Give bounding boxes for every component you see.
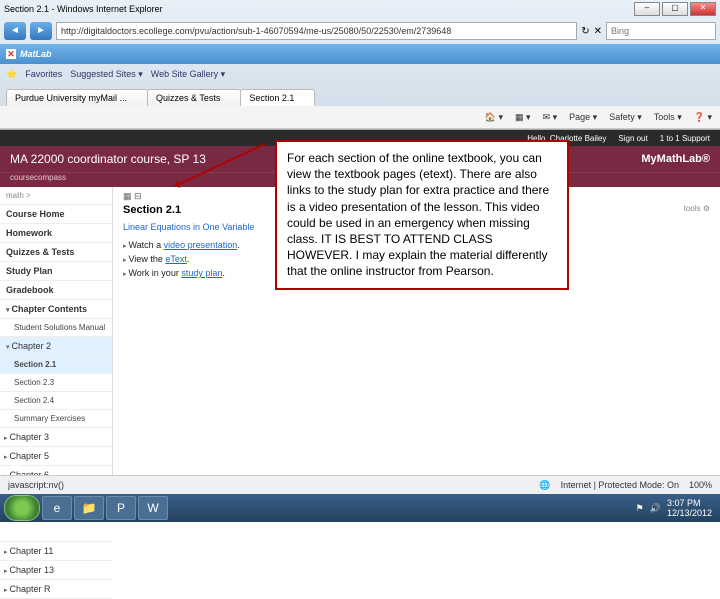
- fav-link[interactable]: Favorites: [25, 69, 62, 79]
- window-titlebar: Section 2.1 - Windows Internet Explorer …: [0, 0, 720, 18]
- sidebar-nav: math > Course Home Homework Quizzes & Te…: [0, 187, 113, 507]
- video-link[interactable]: video presentation: [164, 240, 238, 250]
- brand-logo: MyMathLab®: [641, 153, 710, 165]
- nav-item[interactable]: Homework: [0, 224, 112, 243]
- refresh-icon[interactable]: ↻: [581, 26, 589, 37]
- zoom-level[interactable]: 100%: [689, 480, 712, 490]
- support-link[interactable]: 1 to 1 Support: [660, 134, 710, 143]
- section-heading: Section 2.1: [123, 204, 181, 216]
- close-button[interactable]: ✕: [690, 2, 716, 16]
- start-button[interactable]: [4, 495, 40, 521]
- nav-item[interactable]: Course Home: [0, 205, 112, 224]
- maximize-button[interactable]: ▢: [662, 2, 688, 16]
- tray-flag-icon[interactable]: ⚑: [636, 503, 644, 514]
- page-menu[interactable]: Page ▾: [569, 112, 597, 123]
- clock-time: 3:07 PM: [667, 498, 712, 508]
- favorites-bar: ⭐ Favorites Suggested Sites ▾ Web Site G…: [0, 64, 720, 84]
- matlab-close-icon[interactable]: ✕: [6, 49, 16, 59]
- fav-link[interactable]: Suggested Sites ▾: [70, 69, 143, 80]
- nav-item[interactable]: Chapter Contents: [0, 300, 112, 319]
- tab-bar: Purdue University myMail ... Quizzes & T…: [0, 84, 720, 106]
- matlab-label: MatLab: [20, 49, 52, 59]
- window-title: Section 2.1 - Windows Internet Explorer: [4, 4, 163, 14]
- nav-chapter[interactable]: Chapter 5: [0, 447, 112, 466]
- home-icon[interactable]: 🏠 ▾: [485, 112, 503, 123]
- minimize-button[interactable]: –: [634, 2, 660, 16]
- nav-chapter[interactable]: Chapter 2: [0, 337, 112, 356]
- stop-icon[interactable]: ✕: [594, 26, 602, 37]
- feed-icon[interactable]: ▦ ▾: [515, 112, 531, 123]
- nav-section-active[interactable]: Section 2.1: [0, 356, 112, 374]
- tools-link[interactable]: tools ⚙: [684, 204, 710, 216]
- taskbar-word-icon[interactable]: W: [138, 496, 168, 520]
- globe-icon: 🌐: [539, 480, 550, 491]
- nav-chapter[interactable]: Chapter 13: [0, 561, 112, 580]
- nav-item[interactable]: Quizzes & Tests: [0, 243, 112, 262]
- status-bar: javascript:nv() 🌐 Internet | Protected M…: [0, 475, 720, 494]
- system-tray[interactable]: ⚑ 🔊 3:07 PM 12/13/2012: [636, 498, 716, 518]
- matlab-toolbar: ✕ MatLab: [0, 44, 720, 64]
- taskbar-powerpoint-icon[interactable]: P: [106, 496, 136, 520]
- nav-item[interactable]: Gradebook: [0, 281, 112, 300]
- course-title: MA 22000 coordinator course, SP 13: [10, 152, 206, 166]
- clock-date: 12/13/2012: [667, 508, 712, 518]
- nav-chapter[interactable]: Chapter 3: [0, 428, 112, 447]
- tray-volume-icon[interactable]: 🔊: [650, 503, 661, 514]
- safety-menu[interactable]: Safety ▾: [609, 112, 642, 123]
- tools-menu[interactable]: Tools ▾: [654, 112, 682, 123]
- mail-icon[interactable]: ✉ ▾: [543, 112, 558, 123]
- windows-taskbar: e 📁 P W ⚑ 🔊 3:07 PM 12/13/2012: [0, 494, 720, 522]
- signout-link[interactable]: Sign out: [618, 134, 647, 143]
- nav-subitem[interactable]: Student Solutions Manual: [0, 319, 112, 337]
- breadcrumb: math >: [0, 187, 112, 205]
- nav-chapter[interactable]: Chapter 11: [0, 542, 112, 561]
- search-input[interactable]: [606, 22, 716, 40]
- taskbar-ie-icon[interactable]: e: [42, 496, 72, 520]
- browser-tab[interactable]: Purdue University myMail ...: [6, 89, 148, 106]
- annotation-callout: For each section of the online textbook,…: [275, 140, 569, 290]
- address-bar[interactable]: [56, 22, 577, 40]
- nav-item[interactable]: Study Plan: [0, 262, 112, 281]
- nav-section[interactable]: Section 2.4: [0, 392, 112, 410]
- help-menu[interactable]: ❓ ▾: [694, 112, 712, 123]
- nav-section[interactable]: Summary Exercises: [0, 410, 112, 428]
- status-left: javascript:nv(): [8, 480, 64, 490]
- security-zone: Internet | Protected Mode: On: [561, 480, 679, 490]
- etext-link[interactable]: eText: [165, 254, 187, 264]
- fav-link[interactable]: Web Site Gallery ▾: [151, 69, 225, 80]
- browser-tab[interactable]: Quizzes & Tests: [147, 89, 241, 106]
- forward-button[interactable]: ►: [30, 22, 52, 40]
- back-button[interactable]: ◄: [4, 22, 26, 40]
- studyplan-link[interactable]: study plan: [181, 268, 222, 278]
- browser-tab-active[interactable]: Section 2.1: [240, 89, 315, 106]
- nav-section[interactable]: Section 2.3: [0, 374, 112, 392]
- command-bar: 🏠 ▾ ▦ ▾ ✉ ▾ Page ▾ Safety ▾ Tools ▾ ❓ ▾: [0, 106, 720, 129]
- favorites-star-icon[interactable]: ⭐: [6, 69, 17, 80]
- nav-chapter[interactable]: Chapter R: [0, 580, 112, 599]
- taskbar-explorer-icon[interactable]: 📁: [74, 496, 104, 520]
